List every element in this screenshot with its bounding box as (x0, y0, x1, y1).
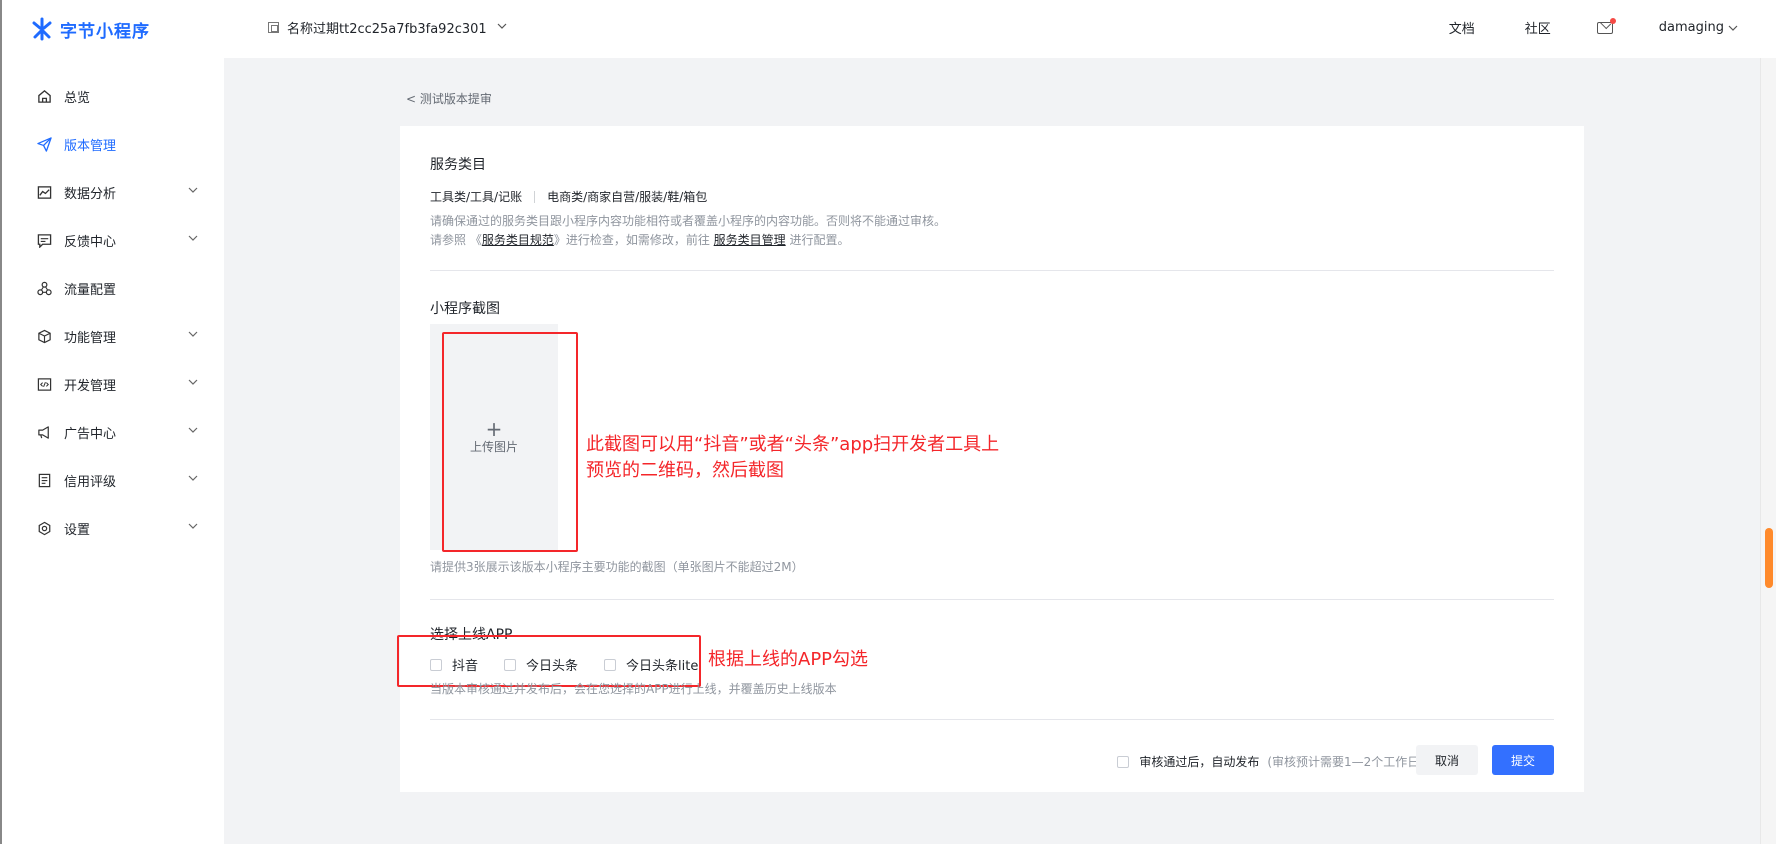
sidebar-item-analytics[interactable]: 数据分析 (2, 168, 226, 216)
chevron-down-icon (497, 21, 507, 34)
sidebar-item-label: 开发管理 (64, 378, 117, 394)
chart-icon (36, 184, 52, 200)
sidebar-item-label: 信用评级 (64, 474, 117, 490)
sidebar-nav: 总览 版本管理 数据分析 反馈中心 流量配置 功能管理 开发管理 广告中心 信用… (2, 72, 226, 552)
sidebar-item-label: 广告中心 (64, 426, 117, 442)
send-icon (36, 136, 52, 152)
sidebar-item-label: 数据分析 (64, 186, 117, 202)
sidebar-item-credit[interactable]: 信用评级 (2, 456, 226, 504)
home-icon (36, 88, 52, 104)
user-name: damaging (1658, 20, 1724, 35)
gear-icon (36, 520, 52, 536)
chevron-down-icon (188, 425, 198, 435)
service-hint-line2: 请参照 《服务类目规范》进行检查，如需修改，前往 服务类目管理 进行配置。 (430, 231, 946, 250)
breadcrumb-back[interactable]: < 测试版本提审 (406, 90, 492, 107)
screenshot-hint: 请提供3张展示该版本小程序主要功能的截图（单张图片不能超过2M） (430, 560, 804, 574)
auto-publish-label: 审核通过后，自动发布 (1139, 755, 1260, 769)
section-divider (430, 719, 1554, 720)
app-switcher[interactable]: 名称过期tt2cc25a7fb3fa92c301 (268, 18, 507, 37)
hint-text: 请参照 《 (430, 233, 482, 247)
sidebar-item-label: 版本管理 (64, 138, 117, 154)
megaphone-icon (36, 424, 52, 440)
annotation-box-screenshot (442, 332, 578, 552)
section-divider (430, 599, 1554, 600)
sidebar-item-settings[interactable]: 设置 (2, 504, 226, 552)
scrollbar-thumb[interactable] (1765, 528, 1773, 588)
chevron-down-icon (188, 185, 198, 195)
review-form-card: 服务类目 工具类/工具/记账 电商类/商家自营/服装/鞋/箱包 请确保通过的服务… (397, 126, 1584, 792)
community-link[interactable]: 社区 (1525, 18, 1551, 37)
logo-text: 字节小程序 (60, 21, 150, 42)
service-category-item: 电商类/商家自营/服装/鞋/箱包 (547, 190, 708, 204)
share-icon (36, 280, 52, 296)
sidebar-item-label: 总览 (64, 90, 91, 106)
header-actions: 文档 社区 damaging (1399, 17, 1738, 37)
sidebar-item-label: 反馈中心 (64, 234, 117, 250)
auto-publish-option[interactable]: 审核通过后，自动发布 (审核预计需要1—2个工作日) (1117, 753, 1424, 770)
sidebar-item-feedback[interactable]: 反馈中心 (2, 216, 226, 264)
hint-text: 进行配置。 (785, 233, 850, 247)
sidebar-item-development[interactable]: 开发管理 (2, 360, 226, 408)
form-footer: 审核通过后，自动发布 (审核预计需要1—2个工作日) 取消 提交 (400, 743, 1584, 779)
sidebar: 字节小程序 总览 版本管理 数据分析 反馈中心 流量配置 功能管理 开发管理 广… (0, 0, 224, 844)
auto-publish-checkbox[interactable] (1117, 755, 1130, 768)
service-category-spec-link[interactable]: 服务类目规范 (482, 233, 554, 247)
sidebar-item-traffic[interactable]: 流量配置 (2, 264, 226, 312)
service-hint-line1: 请确保通过的服务类目跟小程序内容功能相符或者覆盖小程序的内容功能。否则将不能通过… (430, 214, 947, 228)
sidebar-item-label: 设置 (64, 522, 91, 538)
sidebar-item-features[interactable]: 功能管理 (2, 312, 226, 360)
divider (534, 190, 536, 203)
document-icon (36, 472, 52, 488)
screenshot-title: 小程序截图 (430, 301, 500, 317)
page-scrollbar[interactable] (1760, 58, 1776, 844)
service-category-list: 工具类/工具/记账 电商类/商家自营/服装/鞋/箱包 (430, 188, 707, 205)
service-category-title: 服务类目 (430, 157, 486, 173)
chevron-down-icon (188, 329, 198, 339)
annotation-text-screenshot: 此截图可以用“抖音”或者“头条”app扫开发者工具上 预览的二维码，然后截图 (586, 432, 999, 484)
sidebar-item-label: 功能管理 (64, 330, 117, 346)
chevron-down-icon (188, 521, 198, 531)
chevron-down-icon (1728, 23, 1738, 33)
logo-icon (30, 17, 54, 41)
section-divider (430, 270, 1554, 271)
service-category-item: 工具类/工具/记账 (430, 190, 523, 204)
docs-link[interactable]: 文档 (1449, 18, 1475, 37)
chevron-down-icon (188, 233, 198, 243)
cancel-button[interactable]: 取消 (1416, 745, 1478, 775)
top-header: 名称过期tt2cc25a7fb3fa92c301 文档 社区 damaging (224, 0, 1776, 58)
mail-icon[interactable] (1596, 17, 1616, 34)
release-app-hint: 当版本审核通过并发布后，会在您选择的APP进行上线，并覆盖历史上线版本 (430, 682, 837, 696)
service-category-manage-link[interactable]: 服务类目管理 (714, 233, 786, 247)
service-category-hint: 请确保通过的服务类目跟小程序内容功能相符或者覆盖小程序的内容功能。否则将不能通过… (430, 212, 946, 250)
current-app-name: 名称过期tt2cc25a7fb3fa92c301 (287, 22, 487, 37)
annotation-line: 预览的二维码，然后截图 (586, 460, 784, 481)
user-menu[interactable]: damaging (1659, 20, 1738, 35)
message-icon (36, 232, 52, 248)
annotation-line: 此截图可以用“抖音”或者“头条”app扫开发者工具上 (586, 434, 1000, 455)
code-icon (36, 376, 52, 392)
notification-dot (1609, 17, 1616, 24)
sidebar-item-overview[interactable]: 总览 (2, 72, 226, 120)
qr-code-icon (268, 22, 279, 33)
cube-icon (36, 328, 52, 344)
hint-text: 》进行检查，如需修改，前往 (553, 233, 714, 247)
logo[interactable]: 字节小程序 (30, 16, 150, 42)
sidebar-item-ads[interactable]: 广告中心 (2, 408, 226, 456)
submit-button[interactable]: 提交 (1492, 745, 1554, 775)
annotation-text-apps: 根据上线的APP勾选 (708, 649, 869, 670)
sidebar-item-version[interactable]: 版本管理 (2, 120, 226, 168)
chevron-down-icon (188, 377, 198, 387)
auto-publish-note: (审核预计需要1—2个工作日) (1267, 755, 1424, 769)
sidebar-item-label: 流量配置 (64, 282, 117, 298)
chevron-down-icon (188, 473, 198, 483)
